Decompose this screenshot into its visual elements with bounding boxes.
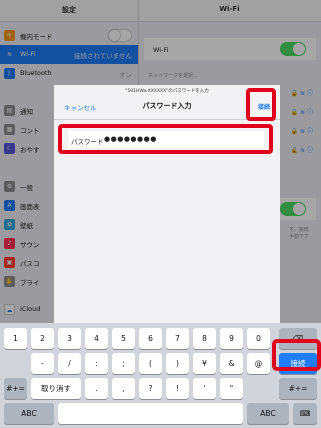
keyboard-hide-icon[interactable]: ⌨ — [293, 403, 317, 424]
key-ampersand[interactable]: & — [220, 353, 243, 374]
symbols-key[interactable]: #+= — [4, 378, 27, 399]
key-slash[interactable]: / — [58, 353, 81, 374]
key-hyphen[interactable]: - — [31, 353, 54, 374]
key-yen[interactable]: ¥ — [193, 353, 216, 374]
key-exclamation[interactable]: ! — [166, 378, 189, 399]
keyboard: 1 2 3 4 5 6 7 8 9 0 ⌫ - / : ; ( ) ¥ & @ … — [0, 323, 321, 428]
space-key[interactable] — [58, 403, 243, 424]
abc-key-right[interactable]: ABC — [247, 403, 289, 424]
key-3[interactable]: 3 — [58, 328, 81, 349]
key-9[interactable]: 9 — [220, 328, 243, 349]
connect-button-highlight — [246, 88, 276, 121]
key-comma[interactable]: , — [112, 378, 135, 399]
key-5[interactable]: 5 — [112, 328, 135, 349]
key-apostrophe[interactable]: ' — [193, 378, 216, 399]
key-open-paren[interactable]: ( — [139, 353, 162, 374]
key-1[interactable]: 1 — [4, 328, 27, 349]
password-dialog: "501HWa-XXXXXX"のパスワードを入力 キャンセル パスワード入力 接… — [54, 85, 280, 323]
key-period[interactable]: . — [85, 378, 108, 399]
keyboard-connect-highlight — [272, 339, 321, 371]
undo-key[interactable]: 取り消す — [31, 378, 81, 399]
key-7[interactable]: 7 — [166, 328, 189, 349]
key-8[interactable]: 8 — [193, 328, 216, 349]
key-close-paren[interactable]: ) — [166, 353, 189, 374]
key-quote[interactable]: " — [220, 378, 243, 399]
key-0[interactable]: 0 — [247, 328, 270, 349]
password-field-highlight — [58, 124, 273, 154]
symbols-key-right[interactable]: #+= — [279, 378, 317, 399]
key-at[interactable]: @ — [247, 353, 270, 374]
key-question[interactable]: ? — [139, 378, 162, 399]
key-4[interactable]: 4 — [85, 328, 108, 349]
key-6[interactable]: 6 — [139, 328, 162, 349]
key-2[interactable]: 2 — [31, 328, 54, 349]
abc-key-left[interactable]: ABC — [4, 403, 54, 424]
key-colon[interactable]: : — [85, 353, 108, 374]
key-semicolon[interactable]: ; — [112, 353, 135, 374]
